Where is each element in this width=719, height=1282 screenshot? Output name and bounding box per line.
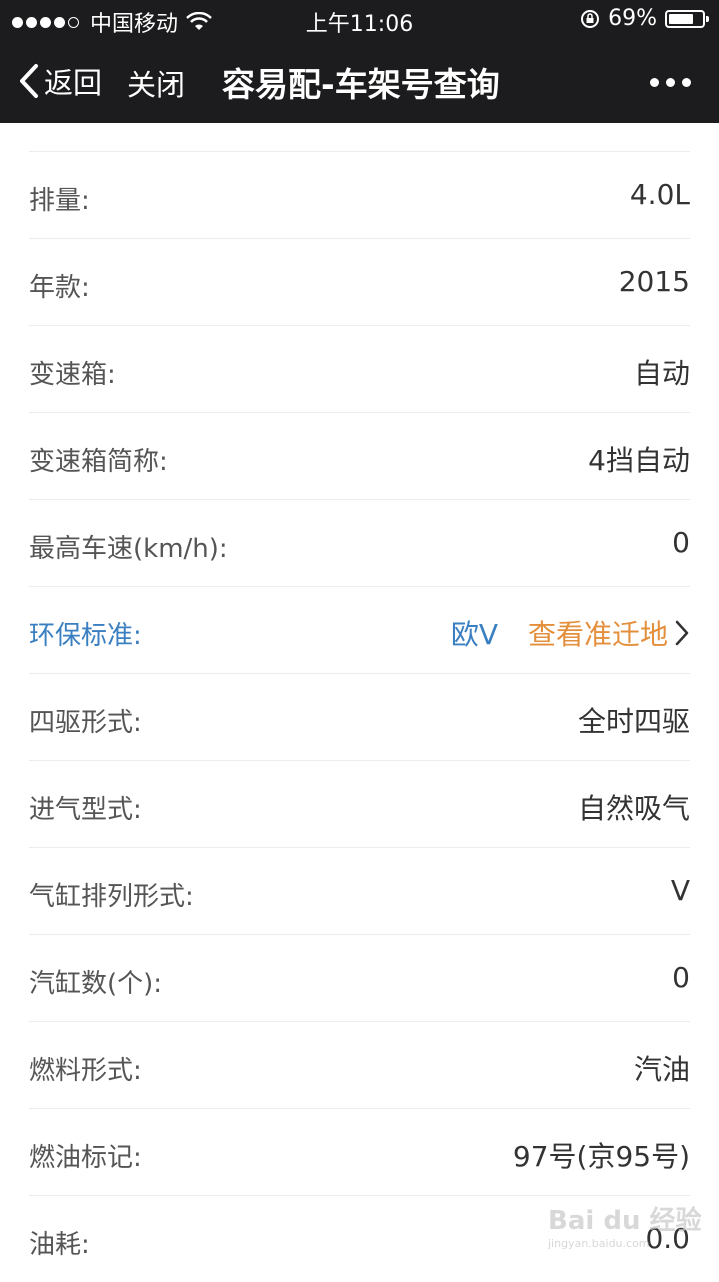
back-button[interactable]: 返回 bbox=[18, 60, 102, 102]
info-row-emission-standard[interactable]: 环保标准: 欧V 查看准迁地 bbox=[29, 586, 690, 673]
info-row-drive-type: 四驱形式: 全时四驱 bbox=[29, 673, 690, 760]
chevron-left-icon bbox=[20, 64, 38, 98]
row-label: 变速箱: bbox=[29, 360, 116, 390]
row-label: 燃料形式: bbox=[29, 1056, 142, 1086]
watermark: Bai du 经验 jingyan.baidu.com bbox=[548, 1200, 702, 1250]
row-value: 4.0L bbox=[629, 178, 690, 211]
close-button[interactable]: 关闭 bbox=[127, 62, 185, 104]
page-title: 容易配-车架号查询 bbox=[222, 65, 500, 104]
info-row-transmission: 变速箱: 自动 bbox=[29, 325, 690, 412]
info-row-top-speed: 最高车速(km/h): 0 bbox=[29, 499, 690, 586]
info-row-model-year: 年款: 2015 bbox=[29, 238, 690, 325]
more-menu-button[interactable] bbox=[643, 78, 691, 87]
row-value: 自然吸气 bbox=[577, 792, 690, 825]
row-label: 燃油标记: bbox=[29, 1143, 142, 1173]
chevron-right-icon bbox=[675, 620, 689, 646]
more-dot-icon bbox=[650, 78, 659, 87]
emission-value-group: 欧V 查看准迁地 bbox=[451, 613, 690, 653]
view-transfer-regions-link[interactable]: 查看准迁地 bbox=[528, 613, 668, 653]
row-value: 0 bbox=[672, 961, 690, 994]
row-value: 全时四驱 bbox=[577, 705, 690, 738]
info-row-displacement: 排量: 4.0L bbox=[29, 151, 690, 238]
row-label: 油耗: bbox=[29, 1230, 90, 1260]
info-row-intake-type: 进气型式: 自然吸气 bbox=[29, 760, 690, 847]
row-value: 2015 bbox=[618, 265, 690, 298]
navigation-bar: 返回 关闭 容易配-车架号查询 bbox=[0, 40, 719, 123]
row-label: 最高车速(km/h): bbox=[29, 534, 228, 564]
watermark-brand: Bai du 经验 bbox=[548, 1206, 702, 1236]
more-dot-icon bbox=[666, 78, 675, 87]
info-row-cylinder-layout: 气缸排列形式: V bbox=[29, 847, 690, 934]
info-row-fuel-type: 燃料形式: 汽油 bbox=[29, 1021, 690, 1108]
vehicle-info-list: 排量: 4.0L 年款: 2015 变速箱: 自动 变速箱简称: 4挡自动 最高… bbox=[29, 151, 690, 1282]
row-value: 97号(京95号) bbox=[512, 1140, 690, 1173]
battery-icon bbox=[665, 9, 709, 28]
back-label: 返回 bbox=[44, 66, 103, 100]
row-label: 变速箱简称: bbox=[29, 447, 168, 477]
row-label: 汽缸数(个): bbox=[29, 969, 163, 999]
orientation-lock-icon bbox=[581, 9, 600, 28]
row-label: 进气型式: bbox=[29, 795, 142, 825]
row-value: 自动 bbox=[633, 357, 690, 390]
info-row-fuel-grade: 燃油标记: 97号(京95号) bbox=[29, 1108, 690, 1195]
row-value: 4挡自动 bbox=[588, 444, 690, 477]
row-value: 汽油 bbox=[633, 1053, 690, 1086]
row-label: 环保标准: bbox=[29, 621, 142, 651]
more-dot-icon bbox=[682, 78, 691, 87]
row-label: 气缸排列形式: bbox=[29, 882, 194, 912]
battery-percent: 69% bbox=[608, 6, 657, 31]
info-row-transmission-short: 变速箱简称: 4挡自动 bbox=[29, 412, 690, 499]
row-label: 年款: bbox=[29, 273, 90, 303]
emission-standard-value: 欧V bbox=[450, 618, 498, 651]
row-value: 0 bbox=[672, 526, 690, 559]
status-bar-right: 69% bbox=[580, 6, 709, 31]
watermark-url: jingyan.baidu.com bbox=[548, 1237, 650, 1250]
row-label: 排量: bbox=[29, 186, 90, 216]
info-row-cylinder-count: 汽缸数(个): 0 bbox=[29, 934, 690, 1021]
status-bar: 中国移动 上午11:06 69% bbox=[0, 0, 719, 40]
row-label: 四驱形式: bbox=[29, 708, 142, 738]
row-value: V bbox=[670, 874, 690, 907]
